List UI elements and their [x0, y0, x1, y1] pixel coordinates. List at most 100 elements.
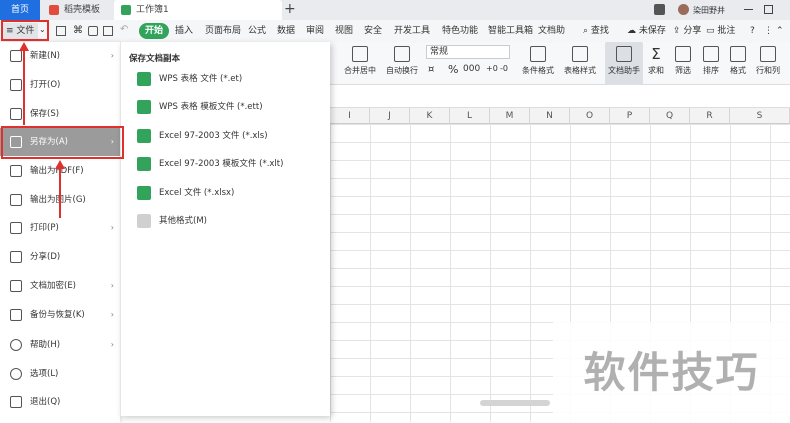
column-header[interactable]: S [730, 108, 790, 124]
annotate-label: 批注 [717, 26, 736, 36]
conditional-format-label: 条件格式 [522, 66, 554, 75]
sort-button[interactable]: 排序 [698, 42, 724, 85]
tab-security[interactable]: 安全 [364, 23, 382, 39]
new-tab-button[interactable]: + [284, 1, 296, 17]
row-col-button[interactable]: 行和列 [752, 42, 784, 85]
collapse-icon[interactable]: ⌃ [776, 23, 784, 39]
tab-formula[interactable]: 公式 [248, 23, 266, 39]
undo-icon[interactable]: ↶ [120, 24, 128, 35]
number-format-select[interactable]: 常规 [426, 45, 510, 59]
pdf-icon [10, 165, 22, 177]
search-button[interactable]: ⌕ 查找 [583, 23, 609, 39]
menu-item-backup[interactable]: 备份与恢复(K) › [0, 301, 120, 329]
print-icon[interactable] [88, 26, 98, 36]
layout-icon[interactable] [654, 4, 665, 15]
wrap-text-button[interactable]: 自动换行 [382, 42, 422, 85]
doc-helper-button[interactable]: 文档助手 [605, 42, 643, 85]
help-icon[interactable]: ? [750, 23, 755, 39]
column-header[interactable]: N [530, 108, 570, 124]
avatar[interactable] [678, 4, 689, 15]
save-as-xlt[interactable]: Excel 97-2003 模板文件 (*.xlt) [137, 154, 327, 174]
column-header[interactable]: Q [650, 108, 690, 124]
column-header[interactable]: L [450, 108, 490, 124]
sum-label: 求和 [648, 66, 664, 75]
annotation-box-save-as [1, 126, 124, 159]
menu-item-new[interactable]: 新建(N) › [0, 42, 120, 70]
save-as-ett[interactable]: WPS 表格 模板文件 (*.ett) [137, 97, 327, 117]
annotation-arrow-file [23, 50, 25, 125]
annotation-arrow-save-as [59, 168, 61, 218]
save-as-option-label: WPS 表格 模板文件 (*.ett) [159, 102, 263, 112]
save-as-other[interactable]: 其他格式(M) [137, 211, 327, 231]
menu-item-share[interactable]: 分享(D) [0, 243, 120, 271]
format-button[interactable]: 格式 [726, 42, 750, 85]
format-icon [730, 46, 746, 62]
column-header[interactable]: P [610, 108, 650, 124]
tab-workbook[interactable]: 工作簿1 [114, 0, 282, 20]
percent-icon[interactable]: % [448, 63, 458, 76]
preview-icon[interactable] [103, 26, 113, 36]
annotation-arrow-head [19, 42, 29, 51]
menu-item-encrypt[interactable]: 文档加密(E) › [0, 272, 120, 300]
save-icon[interactable] [56, 26, 66, 36]
save-as-option-label: WPS 表格 文件 (*.et) [159, 74, 243, 84]
conditional-format-button[interactable]: 条件格式 [516, 42, 560, 85]
user-name[interactable]: 染田野井 [693, 5, 725, 16]
column-header[interactable]: O [570, 108, 610, 124]
maximize-icon[interactable] [764, 5, 773, 14]
menu-item-exit[interactable]: 退出(Q) [0, 388, 120, 416]
menu-item-print[interactable]: 打印(P) › [0, 214, 120, 242]
tab-review[interactable]: 审阅 [306, 23, 324, 39]
share-button[interactable]: ⇪ 分享 [673, 23, 701, 39]
sum-button[interactable]: Σ 求和 [644, 42, 668, 85]
increase-decimal-icon[interactable]: +0 [486, 64, 498, 73]
menu-item-options[interactable]: 选项(L) [0, 360, 120, 388]
lock-icon [10, 280, 22, 292]
merge-icon [352, 46, 368, 62]
annotate-button[interactable]: ▭ 批注 [706, 23, 735, 39]
image-icon [10, 194, 22, 206]
merge-center-button[interactable]: 合并居中 [340, 42, 380, 85]
more-icon[interactable]: ⋮ [764, 23, 773, 39]
save-as-xlsx[interactable]: Excel 文件 (*.xlsx) [137, 183, 327, 203]
save-as-option-label: Excel 97-2003 文件 (*.xls) [159, 131, 268, 141]
thousands-icon[interactable]: 000 [463, 64, 480, 74]
tab-data[interactable]: 数据 [277, 23, 295, 39]
menu-item-help[interactable]: 帮助(H) › [0, 331, 120, 359]
format-painter-icon[interactable]: ⌘ [73, 25, 83, 36]
menu-item-label: 输出为图片(G) [30, 195, 86, 205]
tab-template[interactable]: 稻壳模板 [42, 0, 112, 20]
sheet-file-icon [137, 186, 151, 200]
tab-smart-tools[interactable]: 智能工具箱 [488, 23, 533, 39]
tab-doc-helper[interactable]: 文档助 [538, 23, 565, 39]
tab-view[interactable]: 视图 [335, 23, 353, 39]
currency-icon[interactable]: ¤ [428, 64, 434, 75]
tab-page-layout[interactable]: 页面布局 [205, 23, 241, 39]
exit-icon [10, 396, 22, 408]
decrease-decimal-icon[interactable]: -0 [500, 64, 508, 73]
tab-developer[interactable]: 开发工具 [394, 23, 430, 39]
tab-insert[interactable]: 插入 [175, 23, 193, 39]
menu-item-open[interactable]: 打开(O) [0, 71, 120, 99]
gear-icon [10, 368, 22, 380]
unsaved-button[interactable]: ☁ 未保存 [627, 23, 666, 39]
sigma-icon: Σ [651, 45, 661, 63]
tab-start[interactable]: 开始 [139, 23, 170, 39]
column-header[interactable]: K [410, 108, 450, 124]
menu-item-save[interactable]: 保存(S) [0, 100, 120, 128]
column-header[interactable]: I [330, 108, 370, 124]
filter-button[interactable]: 筛选 [670, 42, 696, 85]
save-as-et[interactable]: WPS 表格 文件 (*.et) [137, 69, 327, 89]
tab-features[interactable]: 特色功能 [442, 23, 478, 39]
doc-helper-label: 文档助手 [608, 66, 640, 75]
horizontal-scrollbar[interactable] [480, 400, 550, 406]
column-header[interactable]: J [370, 108, 410, 124]
save-as-option-label: Excel 97-2003 模板文件 (*.xlt) [159, 159, 284, 169]
table-style-button[interactable]: 表格样式 [558, 42, 602, 85]
tab-home[interactable]: 首页 [0, 0, 40, 20]
row-col-label: 行和列 [756, 66, 780, 75]
column-header[interactable]: R [690, 108, 730, 124]
minimize-icon[interactable] [744, 9, 753, 10]
column-header[interactable]: M [490, 108, 530, 124]
save-as-xls[interactable]: Excel 97-2003 文件 (*.xls) [137, 126, 327, 146]
